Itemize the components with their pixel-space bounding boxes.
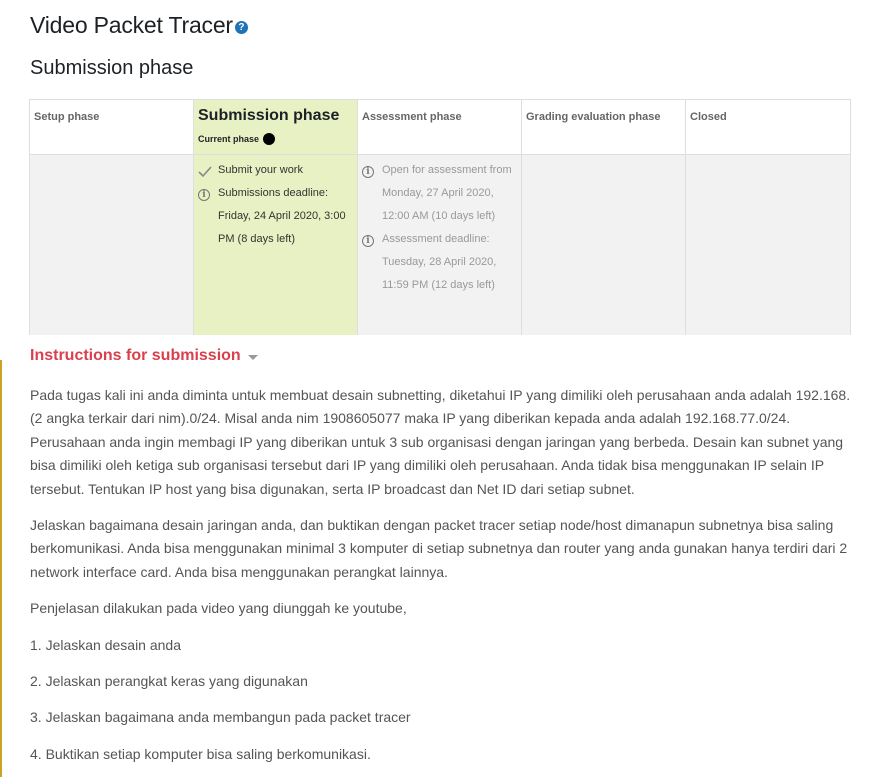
task-text: Assessment deadline: Tuesday, 28 April 2… — [382, 233, 497, 291]
phase-tasks — [686, 154, 850, 335]
phase-name: Closed — [690, 111, 727, 123]
info-icon: i — [362, 235, 376, 247]
instructions-content: Pada tugas kali ini anda diminta untuk m… — [30, 384, 860, 777]
instruction-list-item: 2. Jelaskan perangkat keras yang digunak… — [30, 673, 308, 690]
task-item: i Open for assessment from Monday, 27 Ap… — [362, 163, 517, 228]
instructions-title[interactable]: Instructions for submission — [30, 347, 241, 365]
page: Video Packet Tracer ? Submission phase S… — [0, 0, 871, 777]
task-text: Submit your work — [218, 164, 303, 176]
task-text: Open for assessment from Monday, 27 Apri… — [382, 164, 512, 222]
current-phase-indicator: Current phase — [198, 133, 353, 145]
phase-header: Assessment phase — [358, 100, 521, 154]
phase-assessment: Assessment phase i Open for assessment f… — [358, 100, 522, 335]
task-item: Submit your work — [198, 163, 353, 182]
phase-tasks — [522, 154, 685, 335]
title-row: Video Packet Tracer ? — [30, 12, 248, 39]
phase-tasks: Submit your work i Submissions deadline:… — [194, 154, 357, 335]
phase-closed: Closed — [686, 100, 850, 335]
current-phase-label: Current phase — [198, 134, 260, 144]
phase-name: Submission phase — [198, 107, 340, 124]
task-item: i Assessment deadline: Tuesday, 28 April… — [362, 232, 517, 297]
instruction-paragraph: Penjelasan dilakukan pada video yang diu… — [30, 600, 407, 617]
instruction-paragraph: Jelaskan bagaimana desain jaringan anda,… — [30, 517, 848, 580]
question-circle-icon[interactable]: ? — [234, 21, 248, 34]
phase-tasks — [30, 154, 193, 335]
instruction-list-item: 3. Jelaskan bagaimana anda membangun pad… — [30, 709, 411, 726]
phase-grading-evaluation: Grading evaluation phase — [522, 100, 686, 335]
check-icon — [198, 166, 212, 181]
instruction-list-item: 1. Jelaskan desain anda — [30, 636, 181, 653]
phase-header: Grading evaluation phase — [522, 100, 685, 154]
phase-heading: Submission phase — [30, 57, 194, 79]
info-icon: i — [362, 166, 376, 178]
left-edge-accent — [0, 360, 2, 777]
phase-name: Assessment phase — [362, 111, 462, 123]
current-phase-dot-icon — [263, 133, 276, 145]
phase-name: Grading evaluation phase — [526, 111, 661, 123]
phase-tasks: i Open for assessment from Monday, 27 Ap… — [358, 154, 521, 335]
instruction-paragraph: Pada tugas kali ini anda diminta untuk m… — [30, 387, 851, 497]
info-icon: i — [198, 189, 212, 201]
instruction-list-item: 4. Buktikan setiap komputer bisa saling … — [30, 745, 371, 762]
phase-setup: Setup phase — [30, 100, 194, 335]
phase-name: Setup phase — [34, 111, 100, 123]
phase-header: Closed — [686, 100, 850, 154]
page-title: Video Packet Tracer — [30, 12, 233, 38]
caret-down-icon[interactable] — [247, 354, 258, 360]
phases-table: Setup phase Submission phase Current pha… — [29, 99, 851, 335]
task-item: i Submissions deadline: Friday, 24 April… — [198, 186, 353, 251]
instructions-toggle[interactable]: Instructions for submission — [30, 347, 258, 365]
phase-header: Submission phase Current phase — [194, 100, 357, 154]
task-text: Submissions deadline: Friday, 24 April 2… — [218, 187, 346, 245]
phase-submission: Submission phase Current phase Submit yo… — [194, 100, 358, 335]
phase-header: Setup phase — [30, 100, 193, 154]
